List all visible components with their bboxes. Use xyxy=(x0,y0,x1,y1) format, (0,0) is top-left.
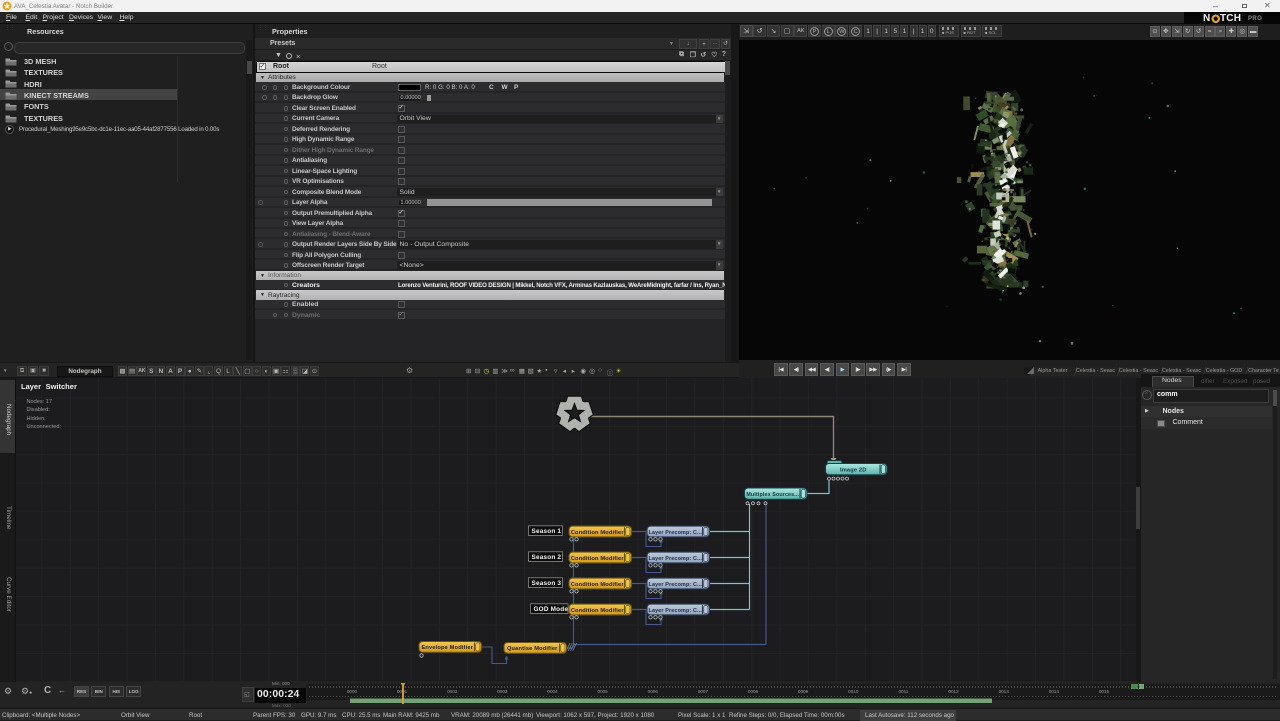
svg-text:Condition Modifier: Condition Modifier xyxy=(571,530,625,536)
svg-text:GOD Mode: GOD Mode xyxy=(534,606,569,613)
svg-text:Quantise Modifier: Quantise Modifier xyxy=(507,646,558,652)
svg-text:Layer Precomp: C...: Layer Precomp: C... xyxy=(649,582,703,588)
svg-text:Layer Precomp: C...: Layer Precomp: C... xyxy=(649,608,703,614)
svg-text:Image 2D: Image 2D xyxy=(840,467,867,473)
svg-text:Season 3: Season 3 xyxy=(532,580,562,587)
svg-text:Condition Modifier: Condition Modifier xyxy=(571,556,625,562)
svg-text:Layer Precomp: C...: Layer Precomp: C... xyxy=(649,530,703,536)
svg-text:Layer Precomp: C...: Layer Precomp: C... xyxy=(649,556,703,562)
svg-text:Season 2: Season 2 xyxy=(532,554,562,561)
svg-text:Condition Modifier: Condition Modifier xyxy=(571,582,625,588)
svg-text:Multiplex Sources...: Multiplex Sources... xyxy=(746,492,799,498)
svg-text:Condition Modifier: Condition Modifier xyxy=(571,608,625,614)
svg-text:Envelope Modifier: Envelope Modifier xyxy=(421,645,473,651)
svg-text:Season 1: Season 1 xyxy=(532,528,562,535)
